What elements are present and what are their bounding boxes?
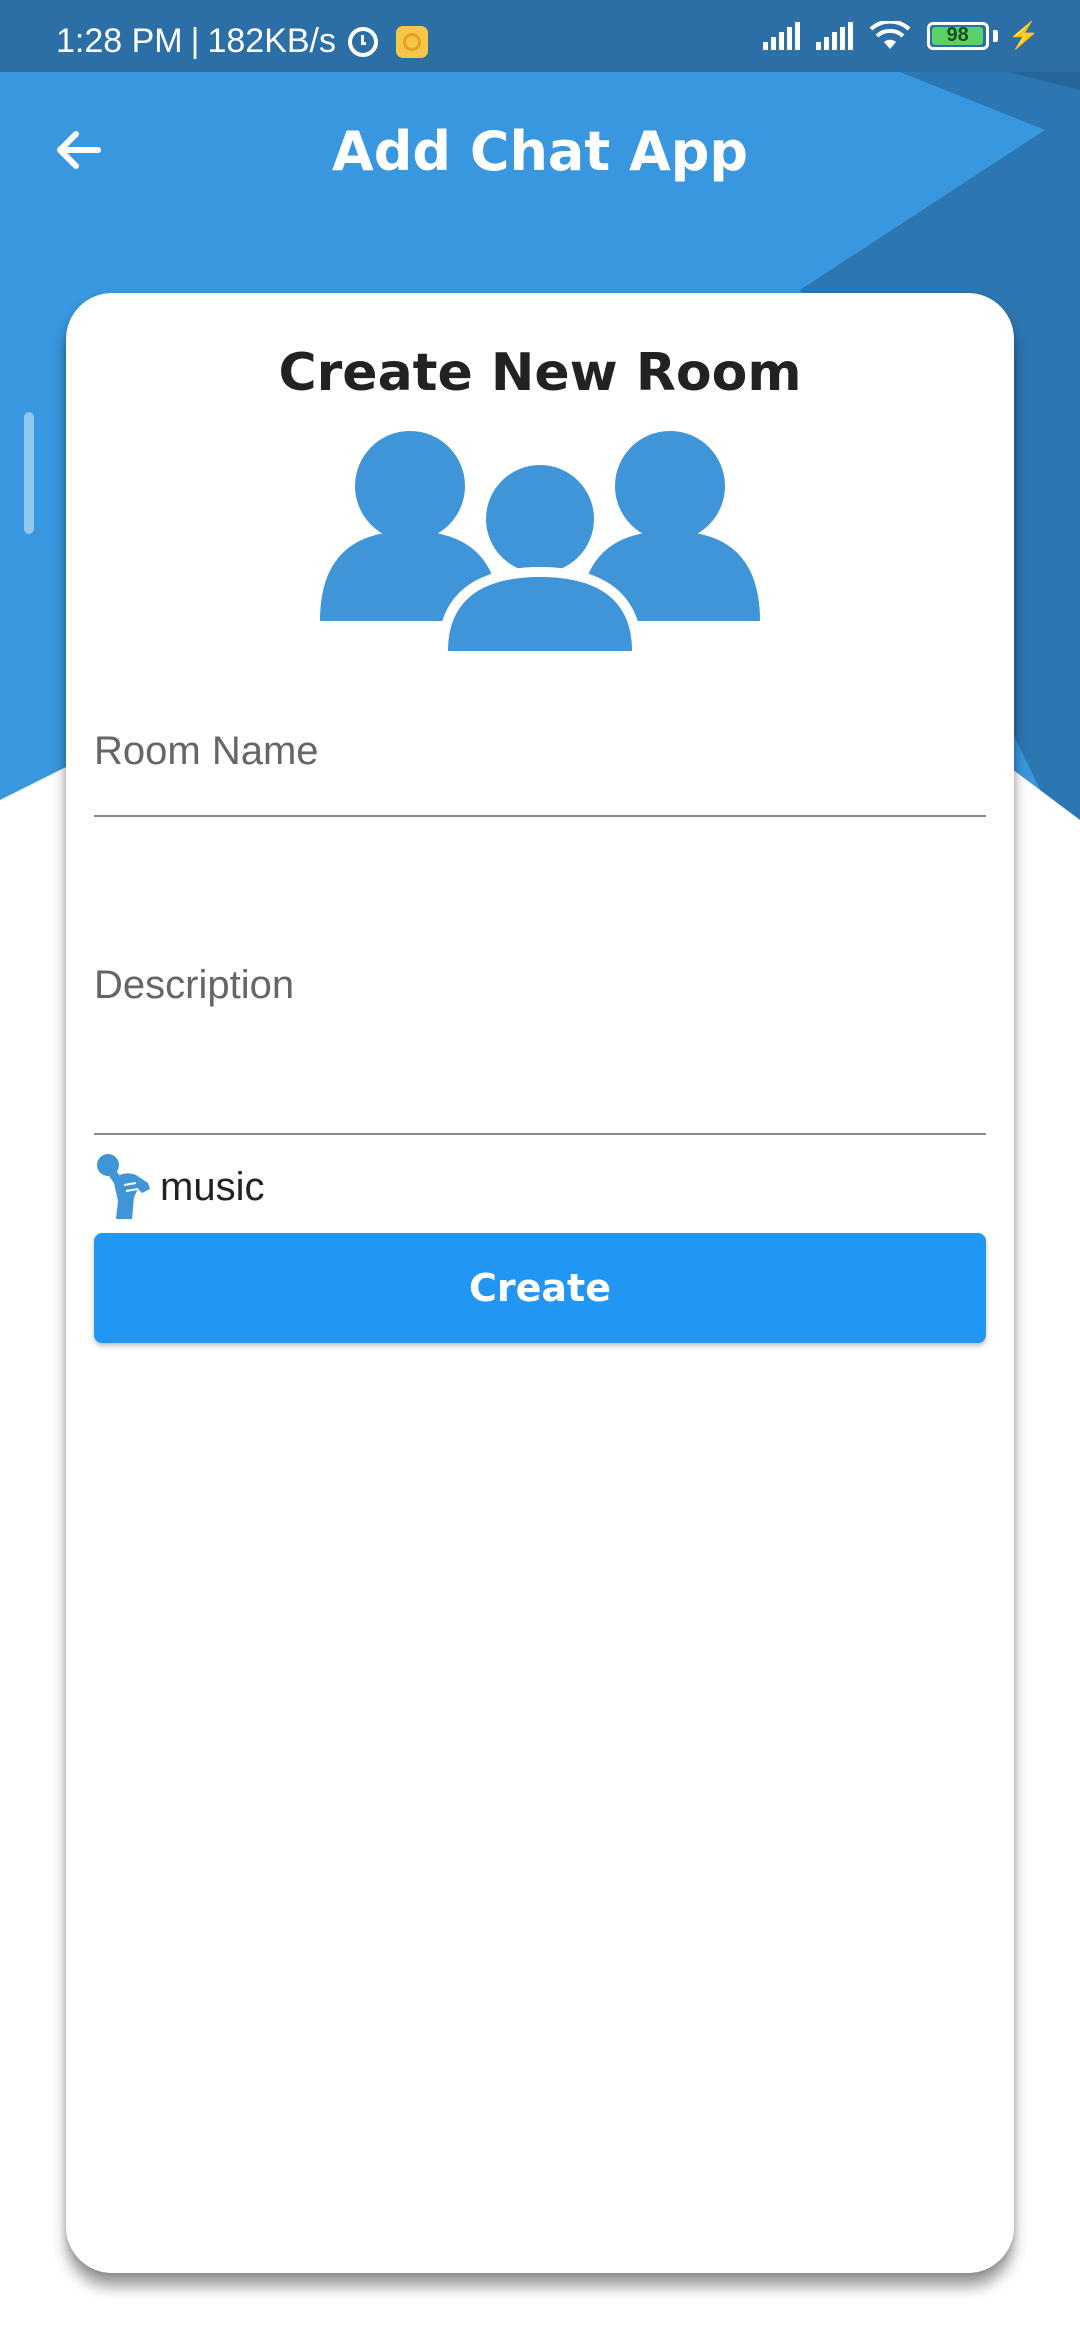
group-users-icon: [320, 431, 760, 651]
alarm-icon: [348, 26, 378, 57]
category-chip[interactable]: music: [96, 1153, 264, 1221]
create-button[interactable]: Create: [94, 1233, 986, 1343]
notification-app-icon: [396, 25, 428, 58]
status-separator: |: [190, 22, 200, 60]
signal-icon-2: [815, 21, 853, 50]
create-room-card: Create New Room music Create: [66, 293, 1014, 2273]
description-input[interactable]: [94, 963, 986, 1043]
status-time: 1:28 PM: [56, 22, 183, 60]
battery-icon: 98: [926, 21, 989, 50]
page-title: Add Chat App: [331, 120, 749, 183]
card-title: Create New Room: [278, 343, 802, 403]
status-left: 1:28 PM | 182KB/s: [56, 22, 428, 61]
signal-icon: [762, 21, 800, 50]
room-name-field: [94, 693, 986, 817]
status-speed: 182KB/s: [207, 22, 336, 60]
description-field: [94, 933, 986, 1135]
category-label: music: [160, 1164, 265, 1209]
battery-nub: [992, 29, 998, 42]
scroll-indicator: [24, 412, 34, 534]
microphone-hand-icon: [97, 1154, 150, 1219]
status-right: 98 ⚡: [762, 20, 1040, 51]
room-name-input[interactable]: [94, 721, 986, 781]
battery-level: 98: [946, 24, 969, 46]
wifi-icon: [869, 20, 910, 49]
status-bar: 1:28 PM | 182KB/s 98 ⚡: [0, 0, 1080, 72]
charging-bolt-icon: ⚡: [1007, 20, 1040, 50]
app-bar: Add Chat App: [0, 72, 1080, 228]
